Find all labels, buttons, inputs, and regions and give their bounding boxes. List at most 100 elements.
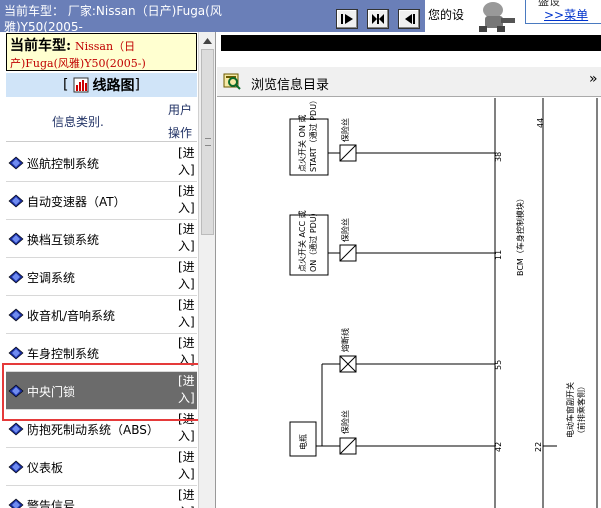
pin-55-label: 55 <box>494 360 503 370</box>
battery-label: 电瓶 <box>298 434 308 450</box>
enter-link[interactable]: [进入] <box>178 145 196 179</box>
switch-acc-label: 点火开关 ACC 或 <box>297 210 307 272</box>
list-item-label[interactable]: 车身控制系统 <box>27 345 99 362</box>
play-button[interactable] <box>336 9 358 29</box>
column-category: 信息类别. <box>52 115 104 129</box>
vertical-scrollbar[interactable] <box>198 32 215 508</box>
list-item-label[interactable]: 中央门锁 <box>27 383 75 400</box>
promo-box: 盛设 >>菜单 <box>525 0 601 24</box>
list-item-label[interactable]: 空调系统 <box>27 269 75 286</box>
top-right-area: 您的设 盛设 >>菜单 <box>425 0 601 32</box>
list-item-label[interactable]: 仪表板 <box>27 459 63 476</box>
left-panel: 当前车型: Nissan（日 产)Fuga(风雅)Y50(2005-) [ 线路… <box>0 32 216 508</box>
enter-link[interactable]: [进入] <box>178 335 196 369</box>
enter-link[interactable]: [进入] <box>178 449 196 483</box>
list-item[interactable]: 自动变速器（AT） [进入] <box>6 182 197 220</box>
enter-link[interactable]: [进入] <box>178 373 196 407</box>
fuse-2-label: 保险丝 <box>340 218 350 242</box>
browse-toolbar: 浏览信息目录 » <box>217 67 601 97</box>
vehicle-header-maker: 厂家:Nissan（日产)Fuga(风 <box>67 4 222 18</box>
switch-start-label: 点火开关 ON 或 <box>297 115 307 172</box>
back-button[interactable] <box>398 9 420 29</box>
model-line-1: 当前车型: Nissan（日 <box>10 35 135 55</box>
diamond-bullet-icon <box>8 384 24 398</box>
diamond-bullet-icon <box>8 498 24 508</box>
black-bar <box>221 35 601 51</box>
fuse-1-label: 保险丝 <box>340 118 350 142</box>
model-label: 当前车型: <box>10 38 72 54</box>
app-window: 当前车型： 厂家:Nissan（日产)Fuga(风 雅)Y50(2005- 您的… <box>0 0 601 508</box>
list-item-label[interactable]: 巡航控制系统 <box>27 155 99 172</box>
vehicle-header-model: 雅)Y50(2005- <box>4 20 83 32</box>
list-item-label[interactable]: 自动变速器（AT） <box>27 193 126 210</box>
back-icon <box>405 14 415 24</box>
title-bracket-open: [ <box>63 77 69 93</box>
enter-link[interactable]: [进入] <box>178 487 196 508</box>
expand-button[interactable] <box>367 9 389 29</box>
scroll-thumb[interactable] <box>201 49 214 235</box>
grip-icon <box>205 138 211 146</box>
switch-start-label-2: START（通过 PDU） <box>308 98 318 172</box>
diamond-bullet-icon <box>8 460 24 474</box>
list-item[interactable]: 防抱死制动系统（ABS） [进入] <box>6 410 197 448</box>
window-switch-label: 电动车窗副开关 <box>565 382 575 438</box>
list-item[interactable]: 换档互锁系统 [进入] <box>6 220 197 258</box>
category-list: 巡航控制系统 [进入] 自动变速器（AT） [进入] 换档互锁系统 [进入] 空调系统 [进入… <box>6 144 197 508</box>
pin-44-label: 44 <box>536 118 545 128</box>
diamond-bullet-icon <box>8 194 24 208</box>
section-title: [ 线路图 ] <box>6 73 197 97</box>
pin-38-label: 38 <box>494 152 503 162</box>
diamond-bullet-icon <box>8 270 24 284</box>
enter-link[interactable]: [进入] <box>178 221 196 255</box>
current-model-box: 当前车型: Nissan（日 产)Fuga(风雅)Y50(2005-) <box>6 33 197 71</box>
bcm-label: BCM（车身控制模块） <box>515 194 525 276</box>
chevron-right-icon[interactable]: » <box>589 71 598 87</box>
diamond-bullet-icon <box>8 308 24 322</box>
title-bracket-close: ] <box>134 77 140 93</box>
fusible-link-label: 熔断线 <box>340 328 350 352</box>
enter-link[interactable]: [进入] <box>178 259 196 293</box>
pin-42-label: 42 <box>494 442 503 452</box>
browse-icon[interactable] <box>223 72 241 90</box>
expand-icon <box>372 14 384 24</box>
browse-catalog-link[interactable]: 浏览信息目录 <box>251 74 329 93</box>
enter-link[interactable]: [进入] <box>178 183 196 217</box>
list-item-label[interactable]: 换档互锁系统 <box>27 231 99 248</box>
column-user: 用户 <box>168 103 193 117</box>
mascot-image <box>479 2 515 32</box>
model-value-2: 产)Fuga(风雅)Y50(2005-) <box>10 57 146 70</box>
right-panel: 浏览信息目录 » 点火开关 ON 或 START（通过 PDU） 保险丝 38 <box>217 32 601 508</box>
diamond-bullet-icon <box>8 232 24 246</box>
wiring-diagram: 点火开关 ON 或 START（通过 PDU） 保险丝 38 点火开关 ACC … <box>217 98 601 508</box>
window-switch-label-2: （前排乘客侧） <box>576 382 586 438</box>
list-item[interactable]: 巡航控制系统 [进入] <box>6 144 197 182</box>
list-item[interactable]: 收音机/音响系统 [进入] <box>6 296 197 334</box>
vehicle-header: 当前车型： 厂家:Nissan（日产)Fuga(风 雅)Y50(2005- <box>4 3 240 32</box>
list-item[interactable]: 空调系统 [进入] <box>6 258 197 296</box>
menu-link[interactable]: >>菜单 <box>544 6 588 23</box>
list-item-label[interactable]: 防抱死制动系统（ABS） <box>27 421 159 438</box>
list-item-label[interactable]: 收音机/音响系统 <box>27 307 115 324</box>
enter-link[interactable]: [进入] <box>178 297 196 331</box>
enter-link[interactable]: [进入] <box>178 411 196 445</box>
chevron-up-icon <box>203 37 212 44</box>
list-item[interactable]: 中央门锁 [进入] <box>6 372 197 410</box>
vehicle-header-label: 当前车型： <box>4 4 65 18</box>
chart-icon <box>73 77 88 93</box>
switch-acc-label-2: ON（通过 PDU） <box>308 208 318 272</box>
list-item[interactable]: 仪表板 [进入] <box>6 448 197 486</box>
model-value-1: Nissan（日 <box>75 40 136 53</box>
list-item[interactable]: 警告信号 [进入] <box>6 486 197 508</box>
table-header: 信息类别. 用户 操作 <box>6 98 197 142</box>
top-bar: 当前车型： 厂家:Nissan（日产)Fuga(风 雅)Y50(2005- 您的… <box>0 0 601 32</box>
scroll-up-button[interactable] <box>199 32 215 49</box>
diamond-bullet-icon <box>8 422 24 436</box>
list-item-label[interactable]: 警告信号 <box>27 497 75 508</box>
list-item[interactable]: 车身控制系统 [进入] <box>6 334 197 372</box>
section-title-text: 线路图 <box>92 78 135 94</box>
diamond-bullet-icon <box>8 346 24 360</box>
wiring-diagram-svg: 点火开关 ON 或 START（通过 PDU） 保险丝 38 点火开关 ACC … <box>289 98 598 508</box>
welcome-text: 您的设 <box>428 8 464 22</box>
pin-22-label: 22 <box>534 442 543 452</box>
column-operation: 操作 <box>168 126 193 140</box>
